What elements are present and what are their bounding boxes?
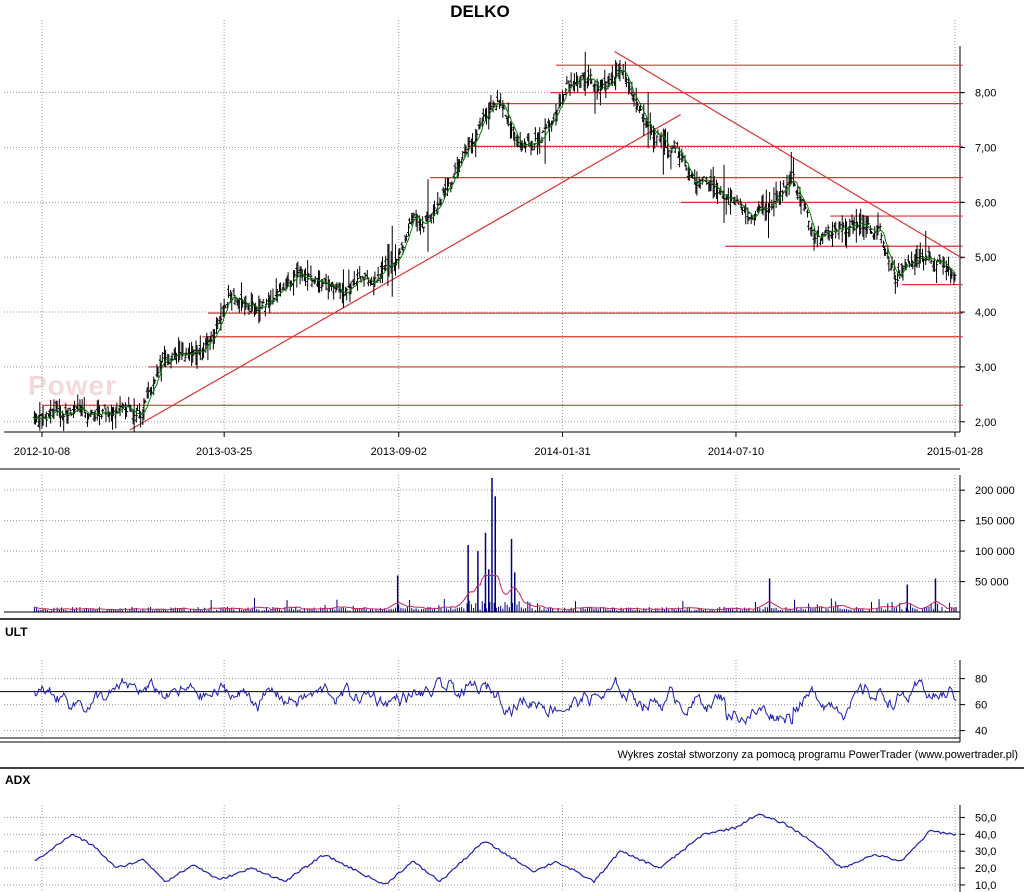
price-y-tick-label: 8,00 bbox=[975, 88, 996, 100]
adx-label: ADX bbox=[5, 773, 31, 787]
grid-lines bbox=[0, 20, 1024, 892]
adx-panel bbox=[34, 813, 957, 885]
x-tick-label: 2015-01-28 bbox=[927, 446, 983, 458]
volume-y-tick-label: 150 000 bbox=[975, 516, 1015, 528]
ult-panel bbox=[0, 676, 960, 739]
price-y-tick-label: 4,00 bbox=[975, 307, 996, 319]
trend-line bbox=[129, 114, 681, 431]
ult-line bbox=[33, 676, 957, 726]
price-panel bbox=[32, 50, 963, 432]
chart-window: DELKO Power Trader 2012-10-082013-03-252… bbox=[0, 0, 1024, 892]
x-tick-label: 2012-10-08 bbox=[14, 446, 70, 458]
trend-line bbox=[614, 50, 963, 259]
price-y-tick-label: 6,00 bbox=[975, 197, 996, 209]
adx-y-tick-label: 40,0 bbox=[975, 829, 996, 841]
volume-y-tick-label: 200 000 bbox=[975, 485, 1015, 497]
adx-y-tick-label: 30,0 bbox=[975, 846, 996, 858]
ult-y-tick-label: 80 bbox=[975, 674, 987, 686]
adx-y-tick-label: 50,0 bbox=[975, 812, 996, 824]
adx-line bbox=[34, 813, 957, 885]
ult-y-tick-label: 40 bbox=[975, 726, 987, 738]
credit-text: Wykres został stworzony za pomocą progra… bbox=[617, 749, 1018, 761]
x-tick-label: 2014-01-31 bbox=[534, 446, 590, 458]
volume-panel bbox=[4, 478, 960, 613]
price-y-tick-label: 7,00 bbox=[975, 142, 996, 154]
x-tick-label: 2013-03-25 bbox=[196, 446, 252, 458]
ult-label: ULT bbox=[5, 625, 28, 639]
adx-y-tick-label: 10,0 bbox=[975, 880, 996, 892]
x-tick-label: 2014-07-10 bbox=[708, 446, 764, 458]
volume-y-tick-label: 100 000 bbox=[975, 546, 1015, 558]
volume-y-tick-label: 50 000 bbox=[975, 577, 1009, 589]
ult-y-tick-label: 60 bbox=[975, 700, 987, 712]
price-y-tick-label: 3,00 bbox=[975, 362, 996, 374]
adx-y-tick-label: 20,0 bbox=[975, 863, 996, 875]
x-tick-label: 2013-09-02 bbox=[371, 446, 427, 458]
price-y-tick-label: 5,00 bbox=[975, 252, 996, 264]
price-y-tick-label: 2,00 bbox=[975, 417, 996, 429]
